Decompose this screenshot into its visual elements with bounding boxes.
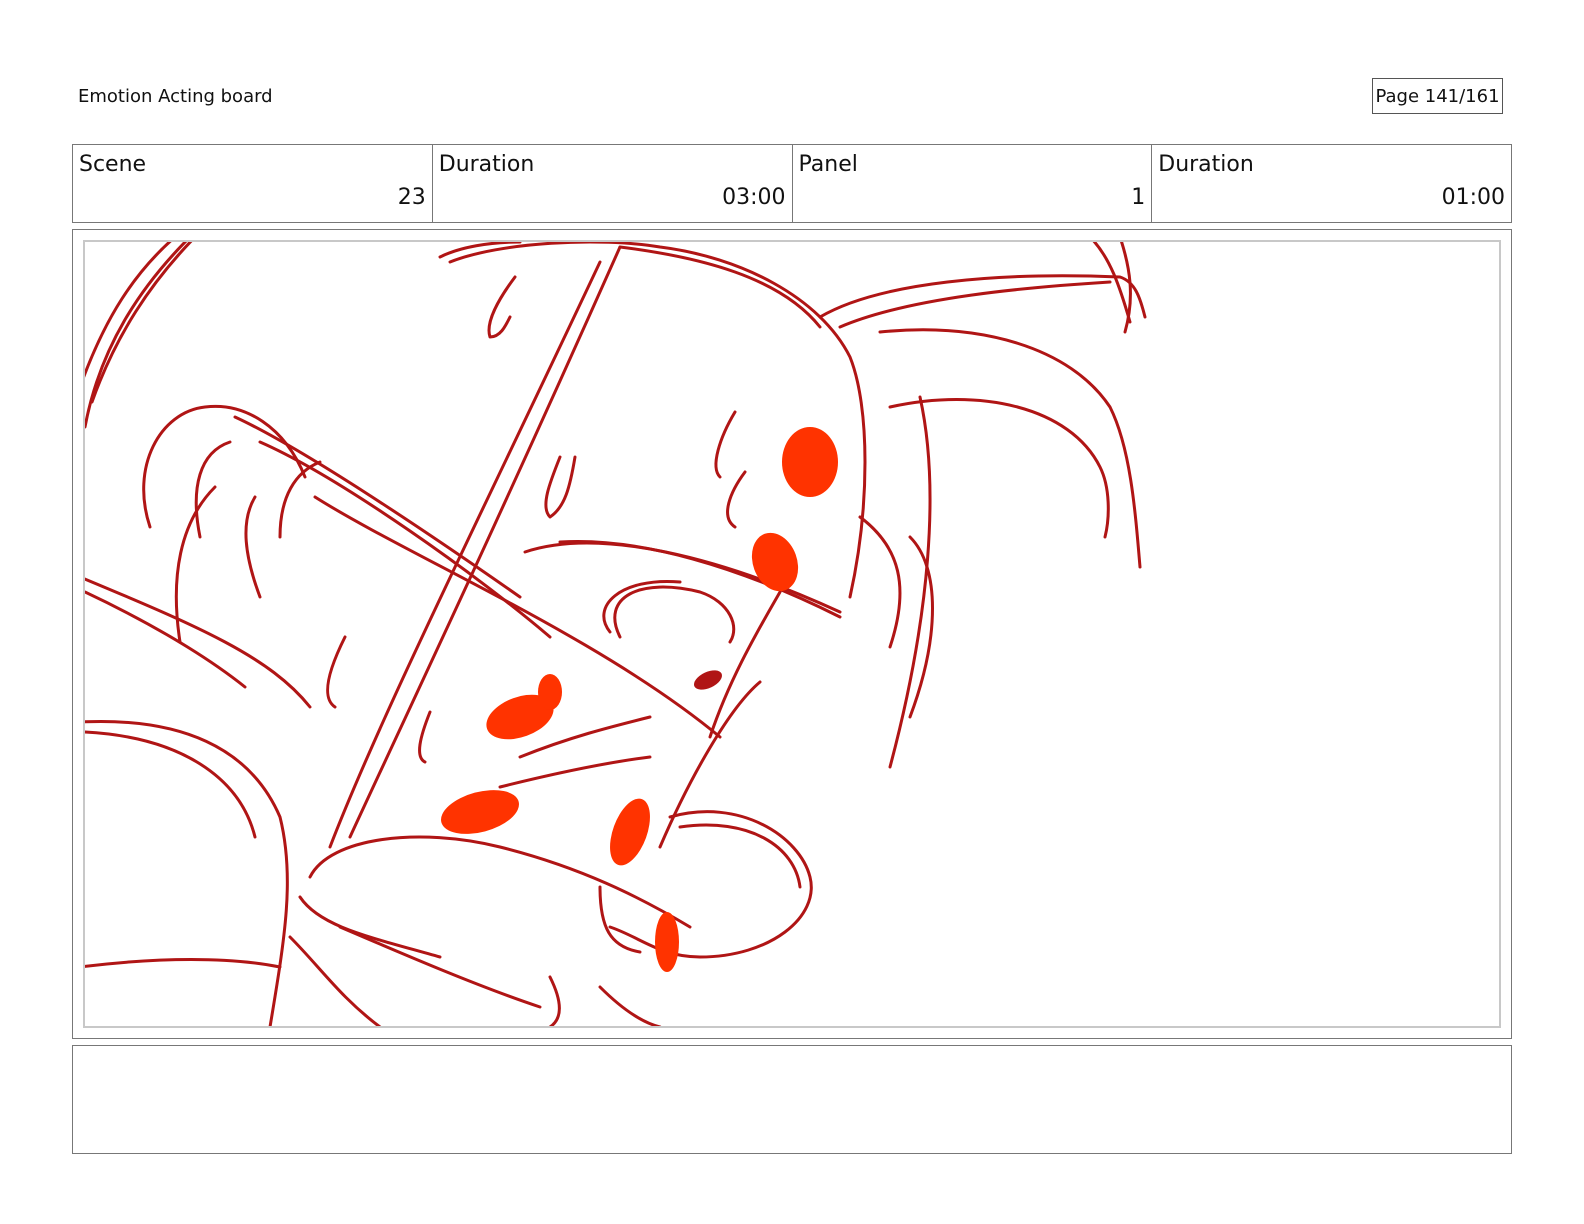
- storyboard-panel: [72, 229, 1512, 1039]
- panel-label: Panel: [798, 152, 858, 177]
- board-title: Emotion Acting board: [78, 86, 273, 107]
- scene-info-table: Scene 23 Duration 03:00 Panel 1 Duration…: [72, 144, 1512, 223]
- scene-duration-label: Duration: [438, 152, 535, 177]
- panel-cell: Panel 1: [793, 145, 1153, 222]
- panel-duration-value: 01:00: [1441, 185, 1505, 210]
- panel-image-area: [83, 240, 1501, 1028]
- scene-duration-value: 03:00: [722, 185, 786, 210]
- scene-cell: Scene 23: [73, 145, 433, 222]
- panel-value: 1: [1131, 185, 1146, 210]
- page-label: Page 141/161: [1375, 85, 1500, 107]
- scene-duration-cell: Duration 03:00: [433, 145, 793, 222]
- scene-value: 23: [397, 185, 426, 210]
- panel-duration-label: Duration: [1158, 152, 1254, 177]
- panel-duration-cell: Duration 01:00: [1152, 145, 1511, 222]
- sketch-drawing: [85, 242, 1147, 1026]
- scene-label: Scene: [79, 152, 147, 177]
- page-indicator: Page 141/161: [1372, 78, 1503, 114]
- notes-box: [72, 1045, 1512, 1154]
